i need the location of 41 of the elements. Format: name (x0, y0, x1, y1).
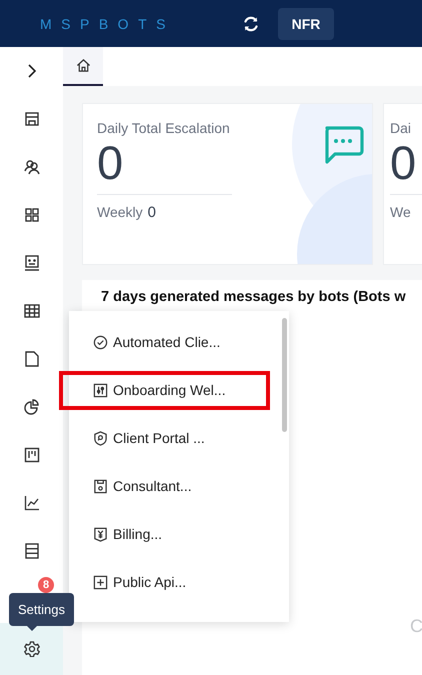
weekly-value: 0 (148, 204, 156, 221)
server-icon (24, 543, 38, 559)
logo[interactable]: MSPBOTS (40, 16, 215, 32)
pie-chart-icon (24, 399, 40, 415)
document-icon (24, 351, 38, 367)
menu-item[interactable]: Billing... (69, 510, 289, 558)
menu-item[interactable]: Consultant... (69, 462, 289, 510)
shield-icon (93, 430, 108, 446)
panel-text: C (410, 616, 422, 637)
menu-item[interactable]: Onboarding Wel... (69, 366, 289, 414)
table-icon (24, 303, 40, 319)
line-chart-icon (24, 495, 40, 511)
weekly-label: Weekly (97, 204, 143, 220)
notification-badge: 8 (38, 577, 54, 593)
card-title: Dai (390, 120, 412, 136)
chevron-right-icon (26, 63, 36, 79)
tooltip-arrow-icon (27, 626, 37, 631)
sidebar-item[interactable] (0, 623, 63, 675)
stat-value: 0 (97, 136, 124, 190)
plus-square-icon (93, 574, 108, 590)
menu-item[interactable]: Automated Clie... (69, 318, 289, 366)
home-icon (76, 58, 90, 73)
save-icon (93, 478, 108, 494)
yen-tag-icon (93, 526, 108, 542)
users-icon (24, 159, 40, 175)
check-circle-icon (93, 334, 108, 350)
panel-title: 7 days generated messages by bots (Bots w (101, 289, 406, 305)
workspace-button[interactable]: NFR (278, 8, 334, 40)
weekly-label: We (390, 204, 411, 220)
settings-icon (24, 641, 40, 657)
grid-icon (24, 207, 40, 223)
menu-item[interactable]: Client Portal ... (69, 414, 289, 462)
stat-value: 0 (390, 136, 418, 190)
store-icon (24, 111, 40, 127)
card-title: Daily Total Escalation (97, 120, 231, 136)
bot-face-icon (24, 255, 40, 271)
tooltip: Settings (9, 593, 74, 626)
refresh-icon[interactable] (242, 14, 260, 32)
home-tab[interactable] (63, 47, 103, 86)
sliders-icon (93, 382, 108, 398)
board-icon (24, 447, 40, 463)
